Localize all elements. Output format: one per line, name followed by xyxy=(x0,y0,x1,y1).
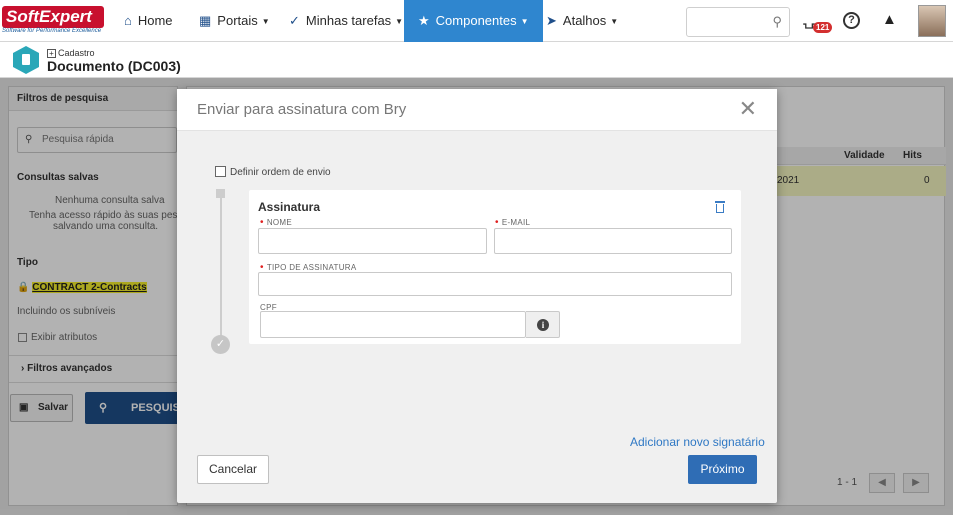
softexpert-logo[interactable]: SoftExpert Software for Performance Exce… xyxy=(2,6,106,36)
signature-card-title: Assinatura xyxy=(258,200,321,214)
timeline-check-icon: ✓ xyxy=(211,335,230,354)
cpf-input[interactable] xyxy=(260,311,526,338)
breadcrumb[interactable]: + Cadastro xyxy=(47,48,95,58)
trash-icon[interactable] xyxy=(714,200,726,214)
nav-minhas-tarefas[interactable]: ✓ Minhas tarefas ▼ xyxy=(289,0,403,42)
signature-type-label: • TIPO DE ASSINATURA xyxy=(260,262,357,273)
global-search-input[interactable]: ⚲ xyxy=(686,7,790,37)
page-title: Documento (DC003) xyxy=(47,58,181,74)
next-button[interactable]: Próximo xyxy=(688,455,757,484)
nav-home[interactable]: ⌂ Home xyxy=(124,0,173,42)
user-avatar[interactable] xyxy=(918,5,946,37)
nav-portais[interactable]: ▦ Portais ▼ xyxy=(199,0,270,42)
cancel-button[interactable]: Cancelar xyxy=(197,455,269,484)
help-icon[interactable]: ? xyxy=(843,12,860,29)
nav-componentes[interactable]: ★ Componentes ▼ xyxy=(404,0,543,42)
nav-minhas-tarefas-label: Minhas tarefas xyxy=(305,13,392,28)
cpf-info-button[interactable]: i xyxy=(526,311,560,338)
checkmark-icon: ✓ xyxy=(289,13,300,28)
trophy-icon: ★ xyxy=(418,13,430,28)
email-input[interactable] xyxy=(494,228,732,254)
signature-type-select[interactable] xyxy=(258,272,732,296)
nav-componentes-label: Componentes xyxy=(435,13,517,28)
dialog-header: Enviar para assinatura com Bry ✕ xyxy=(177,89,777,131)
bolt-icon: ➤ xyxy=(546,13,557,28)
required-marker: • xyxy=(495,217,499,228)
nav-atalhos-label: Atalhos xyxy=(562,13,607,28)
send-order-label: Definir ordem de envio xyxy=(230,167,331,178)
send-signature-dialog: Enviar para assinatura com Bry ✕ Definir… xyxy=(177,89,777,503)
add-signer-link[interactable]: Adicionar novo signatário xyxy=(630,435,765,449)
logo-text: SoftExpert xyxy=(2,6,104,28)
notifications-badge: 121 xyxy=(813,22,833,33)
required-marker: • xyxy=(260,217,264,228)
home-icon: ⌂ xyxy=(124,13,132,28)
nav-home-label: Home xyxy=(137,13,173,28)
timeline-line xyxy=(220,193,222,341)
search-icon: ⚲ xyxy=(772,14,782,29)
nav-portais-label: Portais xyxy=(217,13,258,28)
chevron-down-icon: ▼ xyxy=(395,16,404,26)
close-icon[interactable]: ✕ xyxy=(739,97,757,121)
name-input[interactable] xyxy=(258,228,487,254)
top-navbar: SoftExpert Software for Performance Exce… xyxy=(0,0,953,42)
chevron-down-icon: ▼ xyxy=(261,16,270,26)
notifications-button[interactable]: ⍽ 121 xyxy=(803,10,833,34)
email-field-label: • E-MAIL xyxy=(495,217,531,228)
signature-card: Assinatura • NOME • E-MAIL • TIPO DE ASSINA… xyxy=(249,190,741,344)
chevron-down-icon: ▼ xyxy=(520,16,529,26)
page-header: + Cadastro Documento (DC003) xyxy=(0,42,953,78)
name-field-label: • NOME xyxy=(260,217,293,228)
grid-icon: ▦ xyxy=(199,13,212,28)
info-icon: i xyxy=(537,319,549,331)
expand-icon: + xyxy=(47,49,56,58)
send-order-checkbox[interactable] xyxy=(215,166,226,177)
dialog-title: Enviar para assinatura com Bry xyxy=(197,101,407,118)
chevron-down-icon: ▼ xyxy=(610,16,619,26)
breadcrumb-label: Cadastro xyxy=(58,48,95,58)
logo-tagline: Software for Performance Excellence xyxy=(2,28,102,34)
graduation-cap-icon[interactable]: ▲ xyxy=(882,11,897,28)
document-icon xyxy=(13,46,39,74)
timeline-start-marker xyxy=(216,189,225,198)
nav-atalhos[interactable]: ➤ Atalhos ▼ xyxy=(546,0,618,42)
